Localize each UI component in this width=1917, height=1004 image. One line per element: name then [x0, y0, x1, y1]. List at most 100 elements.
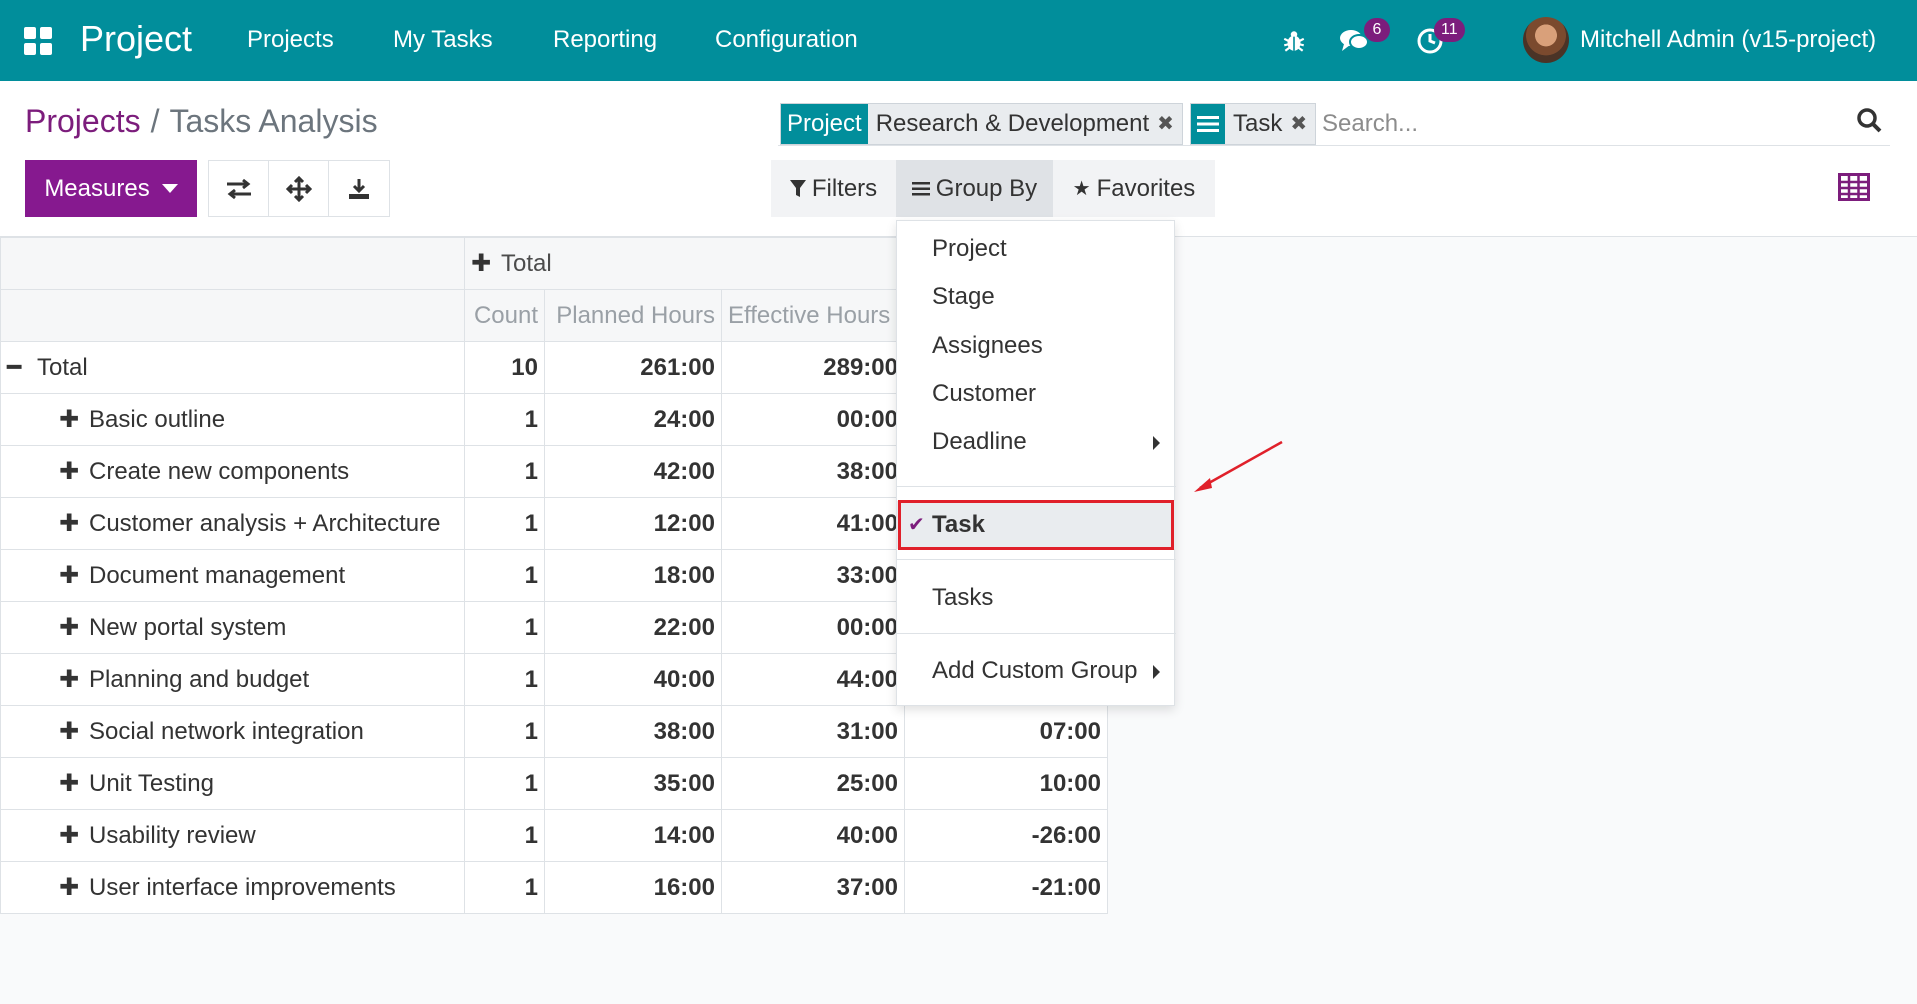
cell-count[interactable]: 1 [464, 601, 545, 654]
measure-planned-hours[interactable]: Planned Hours [544, 289, 722, 342]
cell-planned[interactable]: 42:00 [544, 445, 722, 498]
user-menu[interactable]: Mitchell Admin (v15-project) [1580, 25, 1876, 55]
download-icon[interactable] [329, 161, 389, 216]
cell-count[interactable]: 1 [464, 445, 545, 498]
facet-project-text: Research & Development [875, 110, 1150, 137]
row-label: Customer analysis + Architecture [89, 510, 441, 537]
pivot-row-total[interactable]: ━ Total [0, 341, 465, 394]
top-navbar: Project Projects My Tasks Reporting Conf… [0, 0, 1917, 81]
breadcrumb-separator: / [150, 103, 160, 139]
filter-icon [789, 179, 806, 197]
filters-button[interactable]: Filters [771, 160, 896, 217]
caret-right-icon [1153, 436, 1160, 450]
pivot-actions [208, 160, 390, 217]
pivot-row-header[interactable]: ✚ Usability review [0, 809, 465, 862]
cell-effective[interactable]: 31:00 [721, 705, 905, 758]
pivot-row-header[interactable]: ✚ New portal system [0, 601, 465, 654]
cell-remaining[interactable]: -26:00 [904, 809, 1108, 862]
cell-count[interactable]: 1 [464, 861, 545, 914]
cell-count[interactable]: 1 [464, 497, 545, 550]
cell-remaining[interactable]: -21:00 [904, 861, 1108, 914]
messages-badge: 6 [1364, 18, 1390, 42]
nav-my-tasks[interactable]: My Tasks [393, 25, 493, 55]
facet-groupby[interactable]: Task ✖ [1190, 103, 1317, 145]
apps-grid-icon[interactable] [24, 27, 52, 55]
cell-count[interactable]: 1 [464, 809, 545, 862]
cell-planned[interactable]: 18:00 [544, 549, 722, 602]
cell-planned[interactable]: 261:00 [544, 341, 722, 394]
cell-effective[interactable]: 289:00 [721, 341, 905, 394]
pivot-row-header[interactable]: ✚ Basic outline [0, 393, 465, 446]
pivot-row-header[interactable]: ✚ Social network integration [0, 705, 465, 758]
groupby-option-deadline[interactable]: Deadline [897, 418, 1176, 466]
cell-planned[interactable]: 12:00 [544, 497, 722, 550]
groupby-option-customer[interactable]: Customer [897, 370, 1176, 418]
row-label: Unit Testing [89, 770, 214, 797]
user-avatar[interactable] [1523, 17, 1569, 63]
measure-effective-hours[interactable]: Effective Hours [721, 289, 905, 342]
search-input[interactable] [1322, 105, 1822, 143]
star-icon: ★ [1072, 178, 1091, 200]
nav-configuration[interactable]: Configuration [715, 25, 858, 55]
pivot-row-header[interactable]: ✚ Customer analysis + Architecture [0, 497, 465, 550]
groupby-option-tasks[interactable]: Tasks [897, 574, 1176, 622]
cell-planned[interactable]: 22:00 [544, 601, 722, 654]
row-label: Usability review [89, 822, 256, 849]
close-icon[interactable]: ✖ [1290, 104, 1307, 144]
annotation-highlight-box [898, 500, 1174, 550]
cell-count[interactable]: 1 [464, 705, 545, 758]
cell-planned[interactable]: 24:00 [544, 393, 722, 446]
bug-icon[interactable] [1277, 24, 1311, 58]
pivot-row-header[interactable]: ✚ User interface improvements [0, 861, 465, 914]
cell-effective[interactable]: 00:00 [721, 393, 905, 446]
measure-count[interactable]: Count [464, 289, 545, 342]
nav-reporting[interactable]: Reporting [553, 25, 657, 55]
add-custom-group[interactable]: Add Custom Group [897, 647, 1176, 695]
pivot-row-header[interactable]: ✚ Unit Testing [0, 757, 465, 810]
cell-effective[interactable]: 00:00 [721, 601, 905, 654]
cell-effective[interactable]: 40:00 [721, 809, 905, 862]
cell-effective[interactable]: 33:00 [721, 549, 905, 602]
cell-effective[interactable]: 38:00 [721, 445, 905, 498]
cell-remaining[interactable]: 10:00 [904, 757, 1108, 810]
cell-effective[interactable]: 37:00 [721, 861, 905, 914]
cell-planned[interactable]: 38:00 [544, 705, 722, 758]
flip-axis-icon[interactable] [209, 161, 269, 216]
app-brand[interactable]: Project [80, 16, 192, 62]
measures-button[interactable]: Measures [25, 160, 197, 217]
control-panel: Projects / Tasks Analysis Measures Project… [0, 81, 1917, 237]
groupby-option-assignees[interactable]: Assignees [897, 322, 1176, 370]
group-by-button[interactable]: Group By [896, 160, 1053, 217]
cell-planned[interactable]: 35:00 [544, 757, 722, 810]
cell-count[interactable]: 1 [464, 757, 545, 810]
favorites-label: Favorites [1096, 174, 1196, 202]
cell-remaining[interactable]: 07:00 [904, 705, 1108, 758]
close-icon[interactable]: ✖ [1157, 104, 1174, 144]
breadcrumb-projects[interactable]: Projects [25, 103, 141, 139]
cell-planned[interactable]: 14:00 [544, 809, 722, 862]
pivot-corner-2 [0, 289, 465, 342]
cell-planned[interactable]: 16:00 [544, 861, 722, 914]
dropdown-divider [897, 559, 1176, 560]
expand-all-icon[interactable] [269, 161, 329, 216]
pivot-row-header[interactable]: ✚ Planning and budget [0, 653, 465, 706]
cell-effective[interactable]: 25:00 [721, 757, 905, 810]
groupby-option-stage[interactable]: Stage [897, 273, 1176, 321]
row-label: Basic outline [89, 406, 226, 433]
favorites-button[interactable]: ★ Favorites [1053, 160, 1215, 217]
cell-planned[interactable]: 40:00 [544, 653, 722, 706]
pivot-row-header[interactable]: ✚ Document management [0, 549, 465, 602]
cell-count[interactable]: 10 [464, 341, 545, 394]
groupby-option-project[interactable]: Project [897, 225, 1176, 273]
cell-count[interactable]: 1 [464, 653, 545, 706]
cell-effective[interactable]: 44:00 [721, 653, 905, 706]
pivot-view-icon[interactable] [1838, 173, 1872, 203]
cell-count[interactable]: 1 [464, 393, 545, 446]
plus-icon: ✚ [59, 614, 80, 641]
cell-effective[interactable]: 41:00 [721, 497, 905, 550]
search-icon[interactable] [1856, 107, 1890, 141]
cell-count[interactable]: 1 [464, 549, 545, 602]
facet-project[interactable]: Project Research & Development ✖ [780, 103, 1183, 145]
nav-projects[interactable]: Projects [247, 25, 334, 55]
pivot-row-header[interactable]: ✚ Create new components [0, 445, 465, 498]
